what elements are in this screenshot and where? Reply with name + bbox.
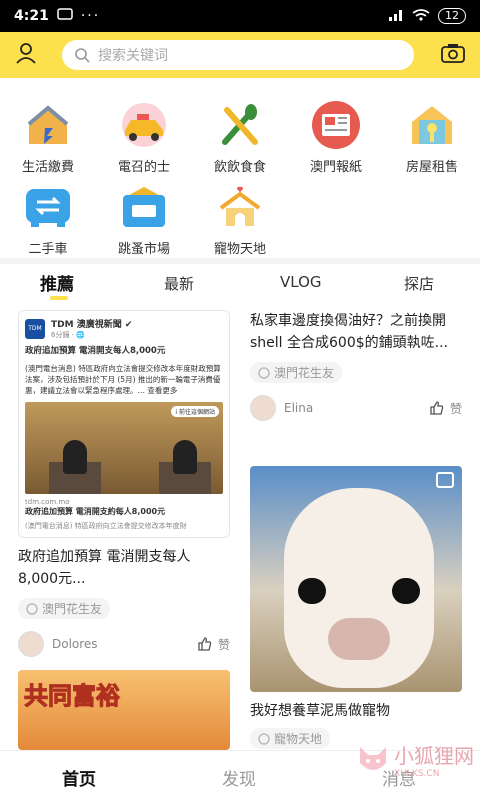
feed-tabs: 推薦 最新 VLOG 探店 — [0, 264, 480, 302]
post-image[interactable] — [250, 466, 462, 692]
link-title: 政府追加預算 電消開支約每人8,000元 — [25, 507, 166, 516]
post-card[interactable]: 私家車邊度換偈油好？之前換開shell 全合成600$的鋪頭執咗... 澳門花生… — [250, 310, 462, 421]
category-label: 二手車 — [28, 242, 68, 257]
pet-house-icon — [215, 182, 265, 232]
like-label: 赞 — [217, 637, 230, 652]
newspaper-icon — [311, 100, 361, 150]
like-button[interactable]: 赞 — [430, 400, 462, 417]
avatar[interactable] — [18, 631, 44, 657]
signal-icon — [388, 9, 404, 24]
alpaca-eye — [392, 578, 420, 604]
post-card[interactable]: TDM TDM 澳廣視新聞 ✔ 6分鐘 · 🌐 政府追加預算 電消開支每人8,0… — [18, 310, 230, 657]
speaker — [63, 440, 87, 474]
secondhand-icon — [119, 182, 169, 232]
post-card[interactable]: 共同富裕 — [18, 670, 230, 750]
category-taxi[interactable]: 電召的士 — [96, 100, 192, 175]
tab-explore-shops[interactable]: 探店 — [404, 273, 434, 294]
news-meta: 6分鐘 · 🌐 — [51, 331, 85, 339]
camera-icon[interactable] — [440, 42, 466, 68]
post-tag[interactable]: 澳門花生友 — [250, 362, 343, 383]
status-bar: 4:21 ··· 12 — [0, 0, 480, 32]
search-placeholder: 搜索关键词 — [98, 48, 168, 64]
category-label: 生活繳費 — [21, 160, 74, 175]
taxi-icon — [119, 100, 169, 150]
tag-label: 寵物天地 — [274, 732, 323, 746]
username[interactable]: Dolores — [52, 637, 98, 651]
multi-image-icon — [436, 472, 454, 488]
thumbs-up-icon — [198, 637, 212, 651]
tab-recommended[interactable]: 推薦 — [40, 270, 74, 295]
alpaca-eye — [298, 578, 326, 604]
house-key-icon — [407, 100, 457, 150]
battery-indicator: 12 — [438, 8, 466, 24]
post-card[interactable]: 我好想養草泥馬做寵物 寵物天地 — [250, 466, 462, 749]
post-tag[interactable]: 澳門花生友 — [18, 598, 111, 619]
news-headline: 政府追加預算 電消開支每人8,000元 — [25, 346, 166, 356]
house-bill-icon — [23, 100, 73, 150]
wifi-icon — [412, 8, 430, 24]
banner-text: 共同富裕 — [24, 682, 121, 711]
category-flea-market[interactable]: 跳蚤市場 — [96, 182, 192, 257]
like-label: 赞 — [449, 401, 462, 416]
nav-home[interactable]: 首页 — [62, 765, 96, 790]
avatar[interactable] — [250, 395, 276, 421]
category-label: 飲飲食食 — [213, 160, 266, 175]
top-header: 搜索关键词 — [0, 32, 480, 78]
alpaca-nose — [328, 618, 390, 660]
category-pets[interactable]: 寵物天地 — [192, 182, 288, 257]
category-label: 寵物天地 — [213, 242, 266, 257]
notification-icon — [57, 8, 73, 24]
category-housing[interactable]: 房屋租售 — [384, 100, 480, 175]
tdm-logo: TDM — [25, 318, 45, 339]
watermark-text: 小狐狸网 — [394, 744, 474, 768]
category-label: 澳門報紙 — [309, 160, 362, 175]
fox-logo-icon — [360, 746, 386, 770]
alpaca-face — [284, 488, 434, 688]
link-description: (澳門電台消息) 特區政府向立法會提交修改本年度財 — [25, 522, 187, 530]
post-title[interactable]: 政府追加預算 電消開支每人8,000元... — [18, 546, 230, 590]
more-notifications-dots: ··· — [80, 8, 101, 24]
category-label: 房屋租售 — [405, 160, 458, 175]
speaker — [173, 440, 197, 474]
news-source: TDM 澳廣視新聞 ✔ — [51, 320, 133, 330]
tag-icon — [258, 366, 270, 379]
thumbs-up-icon — [430, 401, 444, 415]
car-swap-icon — [23, 182, 73, 232]
visit-site-badge: i 前往這個網站 — [171, 406, 219, 417]
tab-vlog[interactable]: VLOG — [280, 273, 322, 291]
category-label: 跳蚤市場 — [117, 242, 170, 257]
search-icon — [75, 48, 90, 63]
tag-label: 澳門花生友 — [274, 366, 335, 380]
tab-latest[interactable]: 最新 — [164, 273, 194, 294]
post-title[interactable]: 我好想養草泥馬做寵物 — [250, 700, 462, 722]
user-profile-icon[interactable] — [14, 41, 38, 69]
utensils-icon — [215, 100, 265, 150]
post-image[interactable]: TDM TDM 澳廣視新聞 ✔ 6分鐘 · 🌐 政府追加預算 電消開支每人8,0… — [18, 310, 230, 538]
press-conference-photo: i 前往這個網站 — [25, 402, 223, 494]
status-time: 4:21 — [14, 8, 49, 24]
tag-icon — [258, 732, 270, 745]
post-tag[interactable]: 寵物天地 — [250, 728, 331, 749]
feed: TDM TDM 澳廣視新聞 ✔ 6分鐘 · 🌐 政府追加預算 電消開支每人8,0… — [0, 302, 480, 750]
news-body: (澳門電台消息) 特區政府向立法會提交修改本年度財政預算法案，涉及包括預計於下月… — [25, 364, 221, 395]
tag-label: 澳門花生友 — [42, 602, 103, 616]
tag-icon — [26, 602, 38, 615]
category-newspaper[interactable]: 澳門報紙 — [288, 100, 384, 175]
search-input[interactable]: 搜索关键词 — [62, 40, 414, 70]
nav-discover[interactable]: 发现 — [222, 765, 256, 790]
category-used-cars[interactable]: 二手車 — [0, 182, 96, 257]
category-label: 電召的士 — [117, 160, 170, 175]
link-domain: tdm.com.mo — [25, 498, 70, 506]
post-title[interactable]: 私家車邊度換偈油好？之前換開shell 全合成600$的鋪頭執咗... — [250, 310, 462, 354]
post-image[interactable]: 共同富裕 — [18, 670, 230, 750]
active-tab-indicator — [50, 296, 68, 300]
like-button[interactable]: 赞 — [198, 636, 230, 653]
watermark: 小狐狸网 XHLKS.CN — [356, 740, 474, 779]
category-utility-bills[interactable]: 生活繳費 — [0, 100, 96, 175]
watermark-subtext: XHLKS.CN — [394, 769, 440, 779]
username[interactable]: Elina — [284, 401, 313, 415]
category-food[interactable]: 飲飲食食 — [192, 100, 288, 175]
